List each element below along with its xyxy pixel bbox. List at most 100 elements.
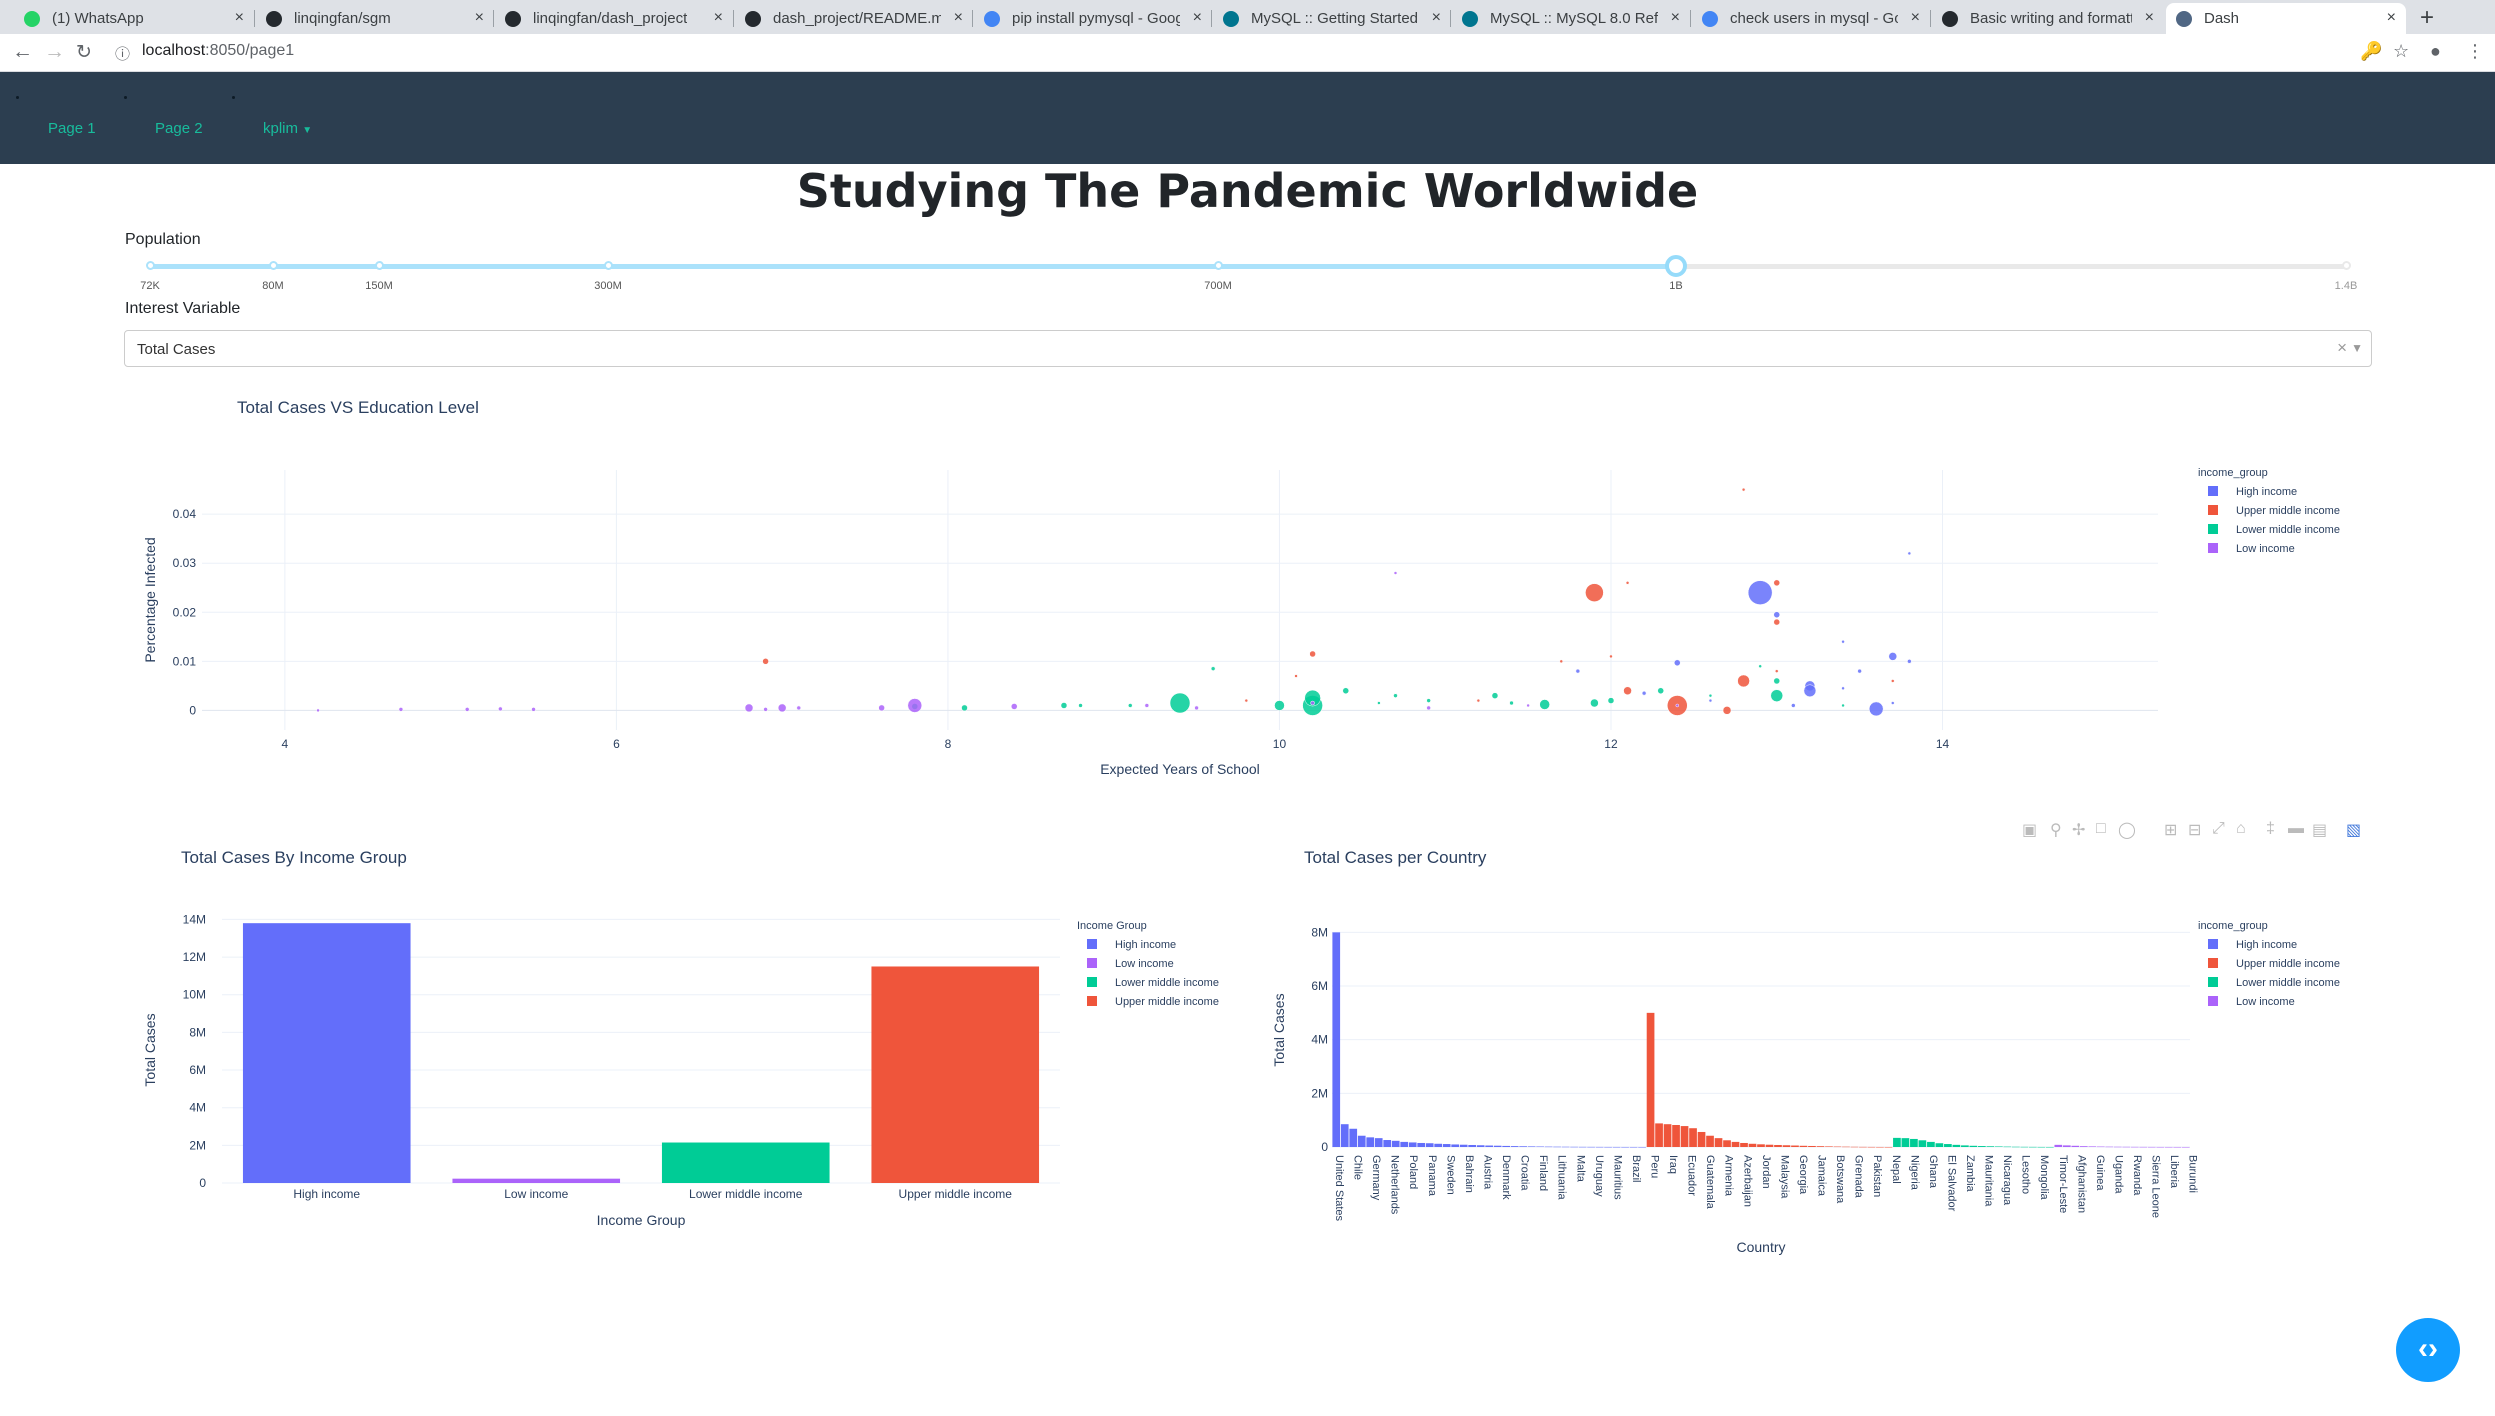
key-icon[interactable]: 🔑 xyxy=(2360,41,2382,62)
scatter-point[interactable] xyxy=(907,698,923,713)
country-bar[interactable] xyxy=(1893,1137,1901,1147)
scatter-point[interactable] xyxy=(1575,668,1581,674)
country-bar[interactable] xyxy=(1629,1146,1638,1148)
chevron-down-icon[interactable]: ▼ xyxy=(2351,341,2363,355)
country-bar[interactable] xyxy=(1765,1144,1774,1147)
dash-debug-button[interactable]: ‹› xyxy=(2396,1318,2460,1382)
zoom-in-icon[interactable]: ⊞ xyxy=(2164,820,2177,840)
zoom-icon[interactable]: ⚲ xyxy=(2050,820,2062,840)
country-bar[interactable] xyxy=(1884,1146,1893,1148)
slider-mark-dot[interactable] xyxy=(269,261,278,270)
new-tab-icon[interactable]: + xyxy=(2420,4,2434,32)
country-bar[interactable] xyxy=(2156,1146,2165,1148)
country-bar[interactable] xyxy=(1510,1146,1519,1147)
country-bar[interactable] xyxy=(1850,1146,1859,1148)
country-bar[interactable] xyxy=(1757,1144,1765,1147)
close-tab-icon[interactable]: × xyxy=(235,9,244,27)
scatter-point[interactable] xyxy=(1891,701,1895,705)
country-bar[interactable] xyxy=(1357,1135,1366,1147)
country-bar[interactable] xyxy=(1791,1145,1799,1147)
country-bar[interactable] xyxy=(2054,1144,2063,1147)
country-bar[interactable] xyxy=(1706,1135,1714,1147)
country-bar[interactable] xyxy=(1740,1142,1748,1147)
country-bar[interactable] xyxy=(1859,1146,1867,1148)
country-bar[interactable] xyxy=(1714,1138,1723,1147)
slider-mark-dot[interactable] xyxy=(604,261,613,270)
scatter-point[interactable] xyxy=(1607,697,1615,704)
plotly-logo-icon[interactable]: ▧ xyxy=(2346,820,2361,840)
country-bar[interactable] xyxy=(1391,1140,1400,1147)
scatter-point[interactable] xyxy=(1144,703,1150,708)
country-bar[interactable] xyxy=(2130,1146,2139,1148)
country-bar[interactable] xyxy=(2164,1146,2173,1148)
slider-handle[interactable] xyxy=(1665,255,1687,277)
country-bar[interactable] xyxy=(2113,1146,2122,1148)
scatter-point[interactable] xyxy=(498,706,503,712)
slider-mark-dot[interactable] xyxy=(375,261,384,270)
hover-compare-icon[interactable]: ▤ xyxy=(2312,820,2327,840)
hover-closest-icon[interactable]: ▬ xyxy=(2288,820,2304,838)
scatter-point[interactable] xyxy=(1194,705,1199,711)
country-bar[interactable] xyxy=(1825,1146,1833,1147)
scatter-point[interactable] xyxy=(1274,700,1285,711)
country-bar[interactable] xyxy=(1986,1146,1995,1147)
country-bar[interactable] xyxy=(1519,1146,1527,1147)
country-bar[interactable] xyxy=(1672,1125,1680,1147)
scatter-point[interactable] xyxy=(1377,701,1381,705)
slider-mark-label[interactable]: 700M xyxy=(1204,280,1232,292)
income-bar[interactable] xyxy=(452,1178,621,1183)
country-bar[interactable] xyxy=(1587,1146,1595,1148)
scatter-point[interactable] xyxy=(1210,666,1216,671)
reset-axes-icon[interactable]: ⌂ xyxy=(2236,820,2246,838)
country-bar[interactable] xyxy=(1553,1146,1561,1148)
country-bar[interactable] xyxy=(1944,1144,1952,1147)
country-bar[interactable] xyxy=(2028,1146,2037,1148)
scatter-point[interactable] xyxy=(1841,639,1845,644)
browser-tab[interactable]: linqingfan/dash_project × xyxy=(495,3,733,34)
scatter-point[interactable] xyxy=(1309,650,1316,658)
country-bar[interactable] xyxy=(2139,1146,2148,1148)
country-bar[interactable] xyxy=(1876,1146,1884,1148)
close-tab-icon[interactable]: × xyxy=(2145,9,2154,27)
country-bar-chart[interactable]: 0 2M 4M 6M 8M United States Chile Germany Nether… xyxy=(1260,880,2495,1280)
pan-icon[interactable]: ✢ xyxy=(2072,820,2085,840)
forward-icon[interactable]: → xyxy=(44,40,65,64)
country-bar[interactable] xyxy=(1485,1145,1494,1147)
country-bar[interactable] xyxy=(1808,1145,1816,1147)
country-bar[interactable] xyxy=(2096,1146,2105,1148)
scatter-point[interactable] xyxy=(1674,659,1681,667)
scatter-point[interactable] xyxy=(1774,669,1779,673)
scatter-point[interactable] xyxy=(1476,698,1481,703)
scatter-point[interactable] xyxy=(1590,698,1599,708)
country-bar[interactable] xyxy=(1417,1142,1426,1147)
scatter-point[interactable] xyxy=(1526,703,1530,708)
close-tab-icon[interactable]: × xyxy=(1911,9,1920,27)
country-bar[interactable] xyxy=(1927,1141,1935,1147)
scatter-point[interactable] xyxy=(1539,699,1550,710)
country-bar[interactable] xyxy=(1723,1140,1731,1147)
scatter-point[interactable] xyxy=(1841,703,1845,708)
country-bar[interactable] xyxy=(1731,1141,1740,1147)
scatter-point[interactable] xyxy=(762,658,769,665)
country-bar[interactable] xyxy=(2173,1146,2182,1148)
browser-tab[interactable]: dash_project/README.m × xyxy=(735,3,973,34)
browser-tab[interactable]: pip install pymysql - Goog × xyxy=(974,3,1212,34)
interest-variable-dropdown[interactable]: Total Cases × ▼ xyxy=(124,330,2372,367)
browser-tab[interactable]: (1) WhatsApp × xyxy=(14,3,254,34)
scatter-point[interactable] xyxy=(1609,654,1613,659)
scatter-point[interactable] xyxy=(961,704,968,712)
country-bar[interactable] xyxy=(1680,1126,1689,1147)
close-tab-icon[interactable]: × xyxy=(475,9,484,27)
scatter-point[interactable] xyxy=(763,707,768,712)
scatter-point[interactable] xyxy=(316,708,320,713)
close-tab-icon[interactable]: × xyxy=(714,9,723,27)
country-bar[interactable] xyxy=(2088,1146,2097,1147)
scatter-point[interactable] xyxy=(464,707,470,712)
scatter-point[interactable] xyxy=(531,707,536,712)
scatter-point[interactable] xyxy=(1907,659,1912,664)
country-bar[interactable] xyxy=(1816,1146,1825,1147)
country-bar[interactable] xyxy=(2105,1146,2114,1148)
country-bar[interactable] xyxy=(1612,1146,1621,1148)
country-bar[interactable] xyxy=(1646,1012,1655,1147)
browser-tab[interactable]: linqingfan/sgm × xyxy=(256,3,494,34)
